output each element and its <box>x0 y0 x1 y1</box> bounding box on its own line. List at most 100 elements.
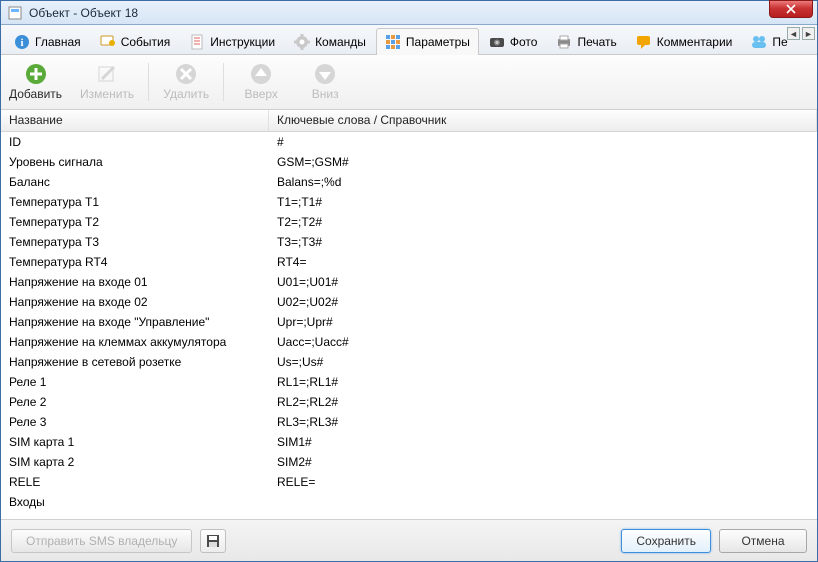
chat-icon <box>636 34 652 50</box>
cell-keywords: RL3=;RL3# <box>269 414 817 430</box>
save-label: Сохранить <box>636 534 696 548</box>
parameter-list[interactable]: Название Ключевые слова / Справочник ID#… <box>1 110 817 519</box>
tab-comments[interactable]: Комментарии <box>627 28 742 54</box>
cancel-label: Отмена <box>741 534 784 548</box>
table-row[interactable]: SIM карта 2SIM2# <box>1 452 817 472</box>
table-row[interactable]: Напряжение в сетевой розеткеUs=;Us# <box>1 352 817 372</box>
table-row[interactable]: Напряжение на клеммах аккумулятораUacc=;… <box>1 332 817 352</box>
table-row[interactable]: Реле 2RL2=;RL2# <box>1 392 817 412</box>
table-row[interactable]: Реле 3RL3=;RL3# <box>1 412 817 432</box>
window-title: Объект - Объект 18 <box>29 6 811 20</box>
tab-print[interactable]: Печать <box>547 28 625 54</box>
column-name-header[interactable]: Название <box>1 110 269 131</box>
cell-name: Реле 1 <box>1 374 269 390</box>
tab-main[interactable]: i Главная <box>5 28 90 54</box>
cell-name: Напряжение на входе "Управление" <box>1 314 269 330</box>
cell-name: Температура T3 <box>1 234 269 250</box>
down-button[interactable]: Вниз <box>302 63 348 101</box>
add-icon <box>25 63 47 85</box>
down-label: Вниз <box>312 87 339 101</box>
cell-keywords: # <box>269 134 817 150</box>
list-header: Название Ключевые слова / Справочник <box>1 110 817 132</box>
cell-keywords: Us=;Us# <box>269 354 817 370</box>
svg-text:i: i <box>20 37 23 49</box>
cell-keywords: Uacc=;Uacc# <box>269 334 817 350</box>
cell-keywords: SIM1# <box>269 434 817 450</box>
printer-icon <box>556 34 572 50</box>
delete-icon <box>175 63 197 85</box>
title-bar: Объект - Объект 18 <box>1 1 817 25</box>
delete-label: Удалить <box>163 87 209 101</box>
cell-keywords: T3=;T3# <box>269 234 817 250</box>
flag-icon <box>100 34 116 50</box>
cell-keywords: RL2=;RL2# <box>269 394 817 410</box>
table-row[interactable]: Входы <box>1 492 817 512</box>
cell-name: SIM карта 2 <box>1 454 269 470</box>
cell-keywords: RT4= <box>269 254 817 270</box>
table-row[interactable]: Уровень сигналаGSM=;GSM# <box>1 152 817 172</box>
edit-icon <box>96 63 118 85</box>
tab-photo[interactable]: Фото <box>480 28 547 54</box>
save-button[interactable]: Сохранить <box>621 529 711 553</box>
tab-parameters[interactable]: Параметры <box>376 28 479 55</box>
cell-name: Напряжение на входе 01 <box>1 274 269 290</box>
column-keywords-header[interactable]: Ключевые слова / Справочник <box>269 110 817 131</box>
cell-keywords: Upr=;Upr# <box>269 314 817 330</box>
up-icon <box>250 63 272 85</box>
table-row[interactable]: Напряжение на входе 01U01=;U01# <box>1 272 817 292</box>
cell-keywords: U02=;U02# <box>269 294 817 310</box>
table-row[interactable]: RELERELE= <box>1 472 817 492</box>
app-icon <box>7 5 23 21</box>
footer-bar: Отправить SMS владельцу Сохранить Отмена <box>1 519 817 561</box>
cell-name: Уровень сигнала <box>1 154 269 170</box>
tab-label: Комментарии <box>657 35 733 49</box>
tab-label: Фото <box>510 35 538 49</box>
tab-label: Печать <box>577 35 616 49</box>
table-row[interactable]: Реле 1RL1=;RL1# <box>1 372 817 392</box>
table-row[interactable]: SIM карта 1SIM1# <box>1 432 817 452</box>
tab-strip: i Главная События Инструкции Команды Пар… <box>1 25 817 55</box>
table-row[interactable]: Температура T1T1=;T1# <box>1 192 817 212</box>
add-button[interactable]: Добавить <box>9 63 62 101</box>
people-icon <box>751 34 767 50</box>
cancel-button[interactable]: Отмена <box>719 529 807 553</box>
cell-name: Температура T2 <box>1 214 269 230</box>
tab-instructions[interactable]: Инструкции <box>180 28 284 54</box>
cell-name: SIM карта 1 <box>1 434 269 450</box>
save-disk-button[interactable] <box>200 529 226 553</box>
cell-keywords: U01=;U01# <box>269 274 817 290</box>
up-label: Вверх <box>244 87 277 101</box>
tab-events[interactable]: События <box>91 28 180 54</box>
table-row[interactable]: Напряжение на входе 02U02=;U02# <box>1 292 817 312</box>
table-row[interactable]: БалансBalans=;%d <box>1 172 817 192</box>
cell-name: Напряжение на входе 02 <box>1 294 269 310</box>
table-row[interactable]: Напряжение на входе "Управление"Upr=;Upr… <box>1 312 817 332</box>
send-sms-button[interactable]: Отправить SMS владельцу <box>11 529 192 553</box>
toolbar: Добавить Изменить Удалить Вверх Вниз <box>1 55 817 110</box>
cell-keywords: GSM=;GSM# <box>269 154 817 170</box>
cell-keywords <box>269 501 817 503</box>
tab-scroll-left[interactable]: ◄ <box>787 27 800 40</box>
tab-scroll-right[interactable]: ► <box>802 27 815 40</box>
table-row[interactable]: ID# <box>1 132 817 152</box>
tab-commands[interactable]: Команды <box>285 28 375 54</box>
cell-keywords: RL1=;RL1# <box>269 374 817 390</box>
cell-keywords: SIM2# <box>269 454 817 470</box>
table-row[interactable]: Температура T3T3=;T3# <box>1 232 817 252</box>
up-button[interactable]: Вверх <box>238 63 284 101</box>
tab-label: Главная <box>35 35 81 49</box>
cell-name: Реле 3 <box>1 414 269 430</box>
table-row[interactable]: Температура T2T2=;T2# <box>1 212 817 232</box>
info-icon: i <box>14 34 30 50</box>
cell-name: Напряжение на клеммах аккумулятора <box>1 334 269 350</box>
table-row[interactable]: Температура RT4RT4= <box>1 252 817 272</box>
cell-name: ID <box>1 134 269 150</box>
cell-keywords: Balans=;%d <box>269 174 817 190</box>
down-icon <box>314 63 336 85</box>
edit-button[interactable]: Изменить <box>80 63 134 101</box>
close-button[interactable] <box>769 0 813 18</box>
delete-button[interactable]: Удалить <box>163 63 209 101</box>
send-sms-label: Отправить SMS владельцу <box>26 534 177 548</box>
cell-keywords: RELE= <box>269 474 817 490</box>
cell-keywords: T1=;T1# <box>269 194 817 210</box>
